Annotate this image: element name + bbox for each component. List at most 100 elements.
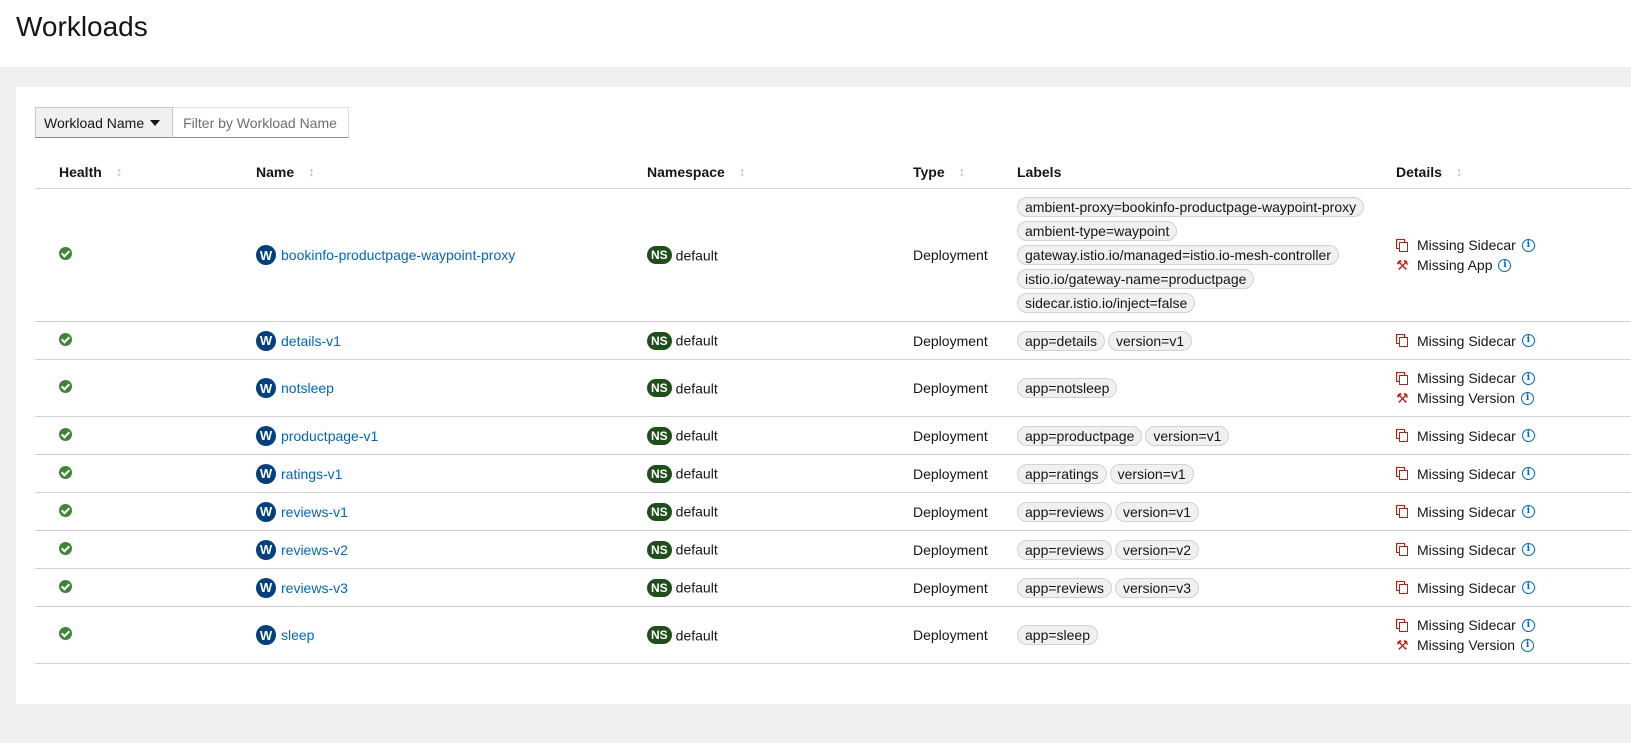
label-chip: ambient-type=waypoint xyxy=(1017,221,1178,241)
labels-list: app=reviews version=v3 xyxy=(1017,572,1396,604)
workload-name-link[interactable]: notsleep xyxy=(281,380,334,396)
column-header-namespace[interactable]: Namespace ↕ xyxy=(647,155,913,189)
workload-name-link[interactable]: bookinfo-productpage-waypoint-proxy xyxy=(281,247,515,263)
table-row: Wsleep NS default Deployment app=sleep Missin… xyxy=(35,606,1631,664)
column-header-details[interactable]: Details ↕ xyxy=(1396,155,1631,189)
namespace-value: default xyxy=(675,332,718,349)
filter-type-select[interactable]: Workload Name xyxy=(35,107,174,138)
label-chip: version=v1 xyxy=(1145,425,1230,446)
sort-icon[interactable]: ↕ xyxy=(739,164,746,179)
wrench-icon: ⚒ xyxy=(1396,256,1409,273)
info-icon[interactable]: i xyxy=(1521,543,1535,556)
filter-input[interactable] xyxy=(173,107,350,138)
health-ok-icon[interactable] xyxy=(59,380,72,393)
workload-name-link[interactable]: ratings-v1 xyxy=(281,466,342,482)
health-ok-icon[interactable] xyxy=(59,541,72,555)
type-cell: Deployment xyxy=(913,568,1017,607)
name-cell: Wreviews-v2 xyxy=(256,530,647,569)
health-ok-icon[interactable] xyxy=(59,627,72,640)
sidecar-icon xyxy=(1396,505,1408,518)
namespace-cell: NS default xyxy=(647,416,913,455)
column-header-name[interactable]: Name ↕ xyxy=(256,155,647,189)
health-cell xyxy=(35,454,256,493)
sort-icon[interactable]: ↕ xyxy=(116,164,123,179)
health-cell xyxy=(35,321,256,360)
health-ok-icon[interactable] xyxy=(59,427,72,441)
table-body: Wbookinfo-productpage-waypoint-proxy NS de… xyxy=(35,188,1631,664)
labels-cell: ambient-proxy=bookinfo-productpage-waypo… xyxy=(1017,188,1396,322)
label-chip: ambient-proxy=bookinfo-productpage-waypo… xyxy=(1017,197,1365,217)
name-cell: Wdetails-v1 xyxy=(256,321,647,360)
column-header-health[interactable]: Health ↕ xyxy=(35,155,256,189)
detail-item: Missing Sidecar i xyxy=(1396,464,1631,484)
info-icon[interactable]: i xyxy=(1521,391,1535,405)
labels-cell: app=reviews version=v3 xyxy=(1017,568,1396,607)
health-ok-icon[interactable] xyxy=(59,503,72,517)
info-icon[interactable]: i xyxy=(1521,581,1535,594)
labels-cell: app=sleep xyxy=(1017,606,1396,664)
info-icon[interactable]: i xyxy=(1521,429,1535,442)
detail-item: Missing Sidecar i xyxy=(1396,331,1631,351)
workload-name-link[interactable]: reviews-v3 xyxy=(281,580,348,596)
workload-name-link[interactable]: details-v1 xyxy=(281,333,341,349)
column-header-label: Type xyxy=(913,163,945,180)
sort-icon[interactable]: ↕ xyxy=(959,164,966,179)
info-icon[interactable]: i xyxy=(1521,618,1535,632)
info-icon[interactable]: i xyxy=(1521,505,1535,518)
detail-item: ⚒ Missing Version i xyxy=(1396,388,1631,408)
sort-icon[interactable]: ↕ xyxy=(308,164,315,179)
type-cell: Deployment xyxy=(913,359,1017,417)
table-row: Wratings-v1 NS default Deployment app=rating… xyxy=(35,454,1631,493)
label-chip: app=reviews xyxy=(1017,577,1112,598)
table-row: Wnotsleep NS default Deployment app=notsleep… xyxy=(35,359,1631,417)
column-header-type[interactable]: Type ↕ xyxy=(913,155,1017,189)
workload-name-link[interactable]: reviews-v1 xyxy=(281,504,348,520)
namespace-value: default xyxy=(675,247,718,264)
workload-name-link[interactable]: reviews-v2 xyxy=(281,542,348,558)
name-cell: Wnotsleep xyxy=(256,359,647,417)
table-row: Wbookinfo-productpage-waypoint-proxy NS de… xyxy=(35,188,1631,322)
info-icon[interactable]: i xyxy=(1498,258,1512,272)
health-cell xyxy=(35,530,256,569)
namespace-cell: NS default xyxy=(647,492,913,531)
health-ok-icon[interactable] xyxy=(59,465,72,479)
detail-item: Missing Sidecar i xyxy=(1396,426,1631,446)
info-icon[interactable]: i xyxy=(1521,238,1535,252)
health-cell xyxy=(35,359,256,417)
label-chip: app=reviews xyxy=(1017,501,1112,522)
table-header-row: Health ↕ Name ↕ Namespace ↕ Type ↕ Labels De… xyxy=(35,155,1631,189)
page-title: Workloads xyxy=(16,11,148,42)
namespace-value: default xyxy=(675,465,718,482)
namespace-badge-icon: NS xyxy=(647,246,672,265)
wrench-icon: ⚒ xyxy=(1396,636,1409,653)
labels-cell: app=details version=v1 xyxy=(1017,321,1396,360)
details-cell: Missing Sidecar i xyxy=(1396,568,1631,607)
details-cell: Missing Sidecar i xyxy=(1396,321,1631,360)
detail-item: ⚒ Missing App i xyxy=(1396,255,1631,275)
info-icon[interactable]: i xyxy=(1521,371,1535,385)
health-cell xyxy=(35,492,256,531)
workload-name-link[interactable]: sleep xyxy=(281,627,314,643)
health-ok-icon[interactable] xyxy=(59,579,72,593)
health-ok-icon[interactable] xyxy=(59,332,72,346)
table-row: Wproductpage-v1 NS default Deployment app=pr… xyxy=(35,416,1631,455)
detail-item: ⚒ Missing Version i xyxy=(1396,635,1631,655)
workload-name-link[interactable]: productpage-v1 xyxy=(281,428,378,444)
namespace-badge-icon: NS xyxy=(647,331,672,350)
info-icon[interactable]: i xyxy=(1521,638,1535,652)
sidecar-icon xyxy=(1396,371,1408,385)
detail-text: Missing Sidecar xyxy=(1417,332,1516,349)
labels-list: app=reviews version=v2 xyxy=(1017,534,1396,566)
workloads-card: Workload Name Health ↕ Name ↕ Namespace ↕ T… xyxy=(16,87,1631,704)
workload-badge-icon: W xyxy=(256,501,276,522)
sort-icon[interactable]: ↕ xyxy=(1456,164,1463,179)
health-ok-icon[interactable] xyxy=(59,247,72,260)
label-chip: app=sleep xyxy=(1017,625,1099,645)
info-icon[interactable]: i xyxy=(1521,334,1535,347)
wrench-icon: ⚒ xyxy=(1396,389,1409,406)
workload-badge-icon: W xyxy=(256,577,276,598)
info-icon[interactable]: i xyxy=(1521,467,1535,480)
table-row: Wreviews-v2 NS default Deployment app=review… xyxy=(35,530,1631,569)
detail-item: Missing Sidecar i xyxy=(1396,540,1631,560)
column-header-label: Health xyxy=(59,163,102,180)
